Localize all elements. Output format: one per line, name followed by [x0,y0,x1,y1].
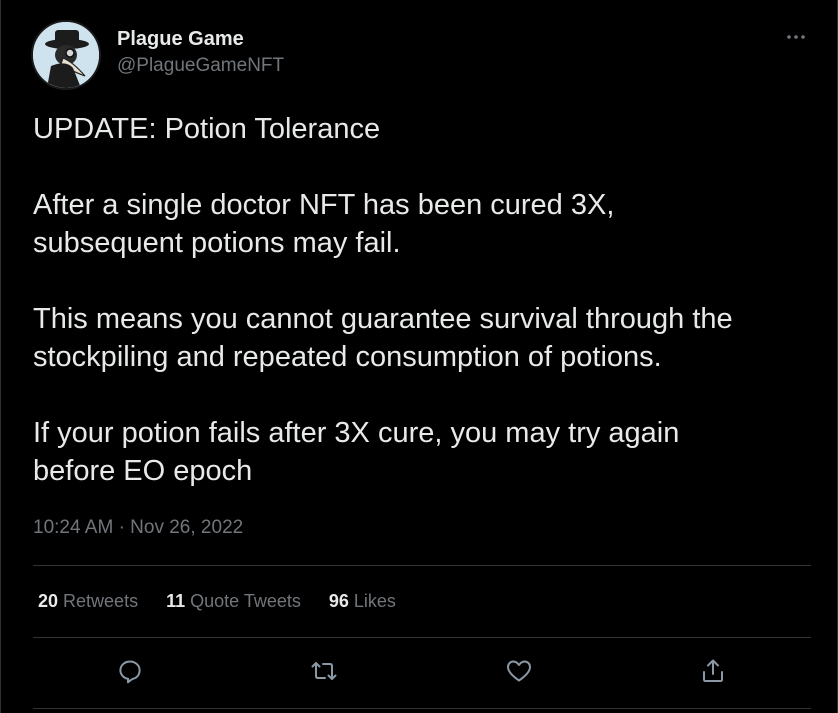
retweet-icon[interactable] [310,657,338,685]
tweet-date: Nov 26, 2022 [130,517,244,538]
retweets-label: Retweets [63,591,139,611]
like-icon[interactable] [505,657,533,685]
meta-separator: · [118,517,125,538]
likes-count: 96 [328,591,349,611]
reply-icon[interactable] [116,657,144,685]
author-handle[interactable]: @PlagueGameNFT [117,55,284,77]
tweet-paragraph: After a single doctor NFT has been cured… [33,189,615,259]
share-icon[interactable] [699,657,727,685]
likes-label: Likes [353,591,396,611]
divider [33,708,811,709]
more-icon[interactable] [785,26,807,48]
author-display-name[interactable]: Plague Game [117,28,244,51]
tweet-time: 10:24 AM [33,517,114,538]
tweet-card: Plague Game @PlagueGameNFT UPDATE: Potio… [0,0,838,713]
retweets-count: 20 [38,591,59,611]
tweet-text: UPDATE: Potion Tolerance After a single … [33,110,813,528]
tweet-paragraph: If your potion fails after 3X cure, you … [33,417,680,487]
quotes-label: Quote Tweets [190,591,301,611]
likes-stat[interactable]: 96 Likes [329,591,396,612]
quotes-count: 11 [166,591,186,611]
quotes-stat[interactable]: 11 Quote Tweets [166,591,301,612]
avatar[interactable] [31,20,101,90]
tweet-paragraph: UPDATE: Potion Tolerance [33,113,381,145]
divider [33,637,811,638]
tweet-timestamp[interactable]: 10:24 AM · Nov 26, 2022 [33,517,243,539]
retweets-stat[interactable]: 20 Retweets [38,591,138,612]
plague-doctor-icon [33,22,99,88]
tweet-paragraph: This means you cannot guarantee survival… [33,303,733,373]
divider [33,565,811,566]
tweet-stats: 20 Retweets 11 Quote Tweets 96 Likes [38,591,396,612]
